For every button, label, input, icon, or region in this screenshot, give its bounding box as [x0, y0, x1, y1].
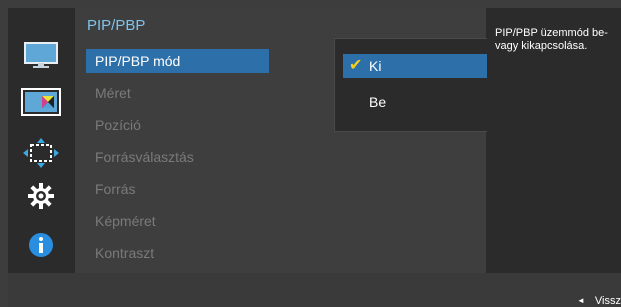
menu-item-contrast[interactable]: Kontraszt	[95, 243, 395, 263]
menu-item-pip-pbp-mode[interactable]: PIP/PBP mód	[86, 49, 269, 73]
picture-category[interactable]	[8, 41, 74, 71]
option-label: Be	[369, 94, 387, 110]
system-category[interactable]	[8, 181, 74, 211]
info-icon	[29, 233, 53, 257]
pip-pbp-menu: PIP/PBP PIP/PBP mód Méret Pozíció Forrás…	[75, 8, 547, 273]
back-arrow-icon: ◄	[576, 296, 585, 305]
help-panel: PIP/PBP üzemmód be- vagy kikapcsolása.	[487, 8, 621, 273]
category-icon-bar	[8, 8, 74, 273]
menu-title: PIP/PBP	[87, 17, 146, 34]
menu-item-source-select[interactable]: Forrásválasztás	[95, 147, 395, 167]
help-text: PIP/PBP üzemmód be- vagy kikapcsolása.	[495, 27, 608, 52]
back-button[interactable]: ◄ Vissz	[577, 295, 621, 307]
gear-icon	[28, 183, 54, 209]
back-label: Vissz	[594, 295, 621, 307]
pip-category[interactable]	[8, 87, 74, 117]
option-label: Ki	[369, 58, 382, 74]
monitor-icon	[24, 42, 58, 68]
pip-icon	[21, 88, 61, 116]
information-category[interactable]	[8, 230, 74, 260]
size-position-category[interactable]	[8, 138, 74, 168]
menu-item-source[interactable]: Forrás	[95, 179, 395, 199]
checkmark-icon: ✔	[349, 57, 363, 74]
menu-item-picture-size[interactable]: Képméret	[95, 211, 395, 231]
footer-bar: ◄ Vissz	[8, 273, 621, 307]
size-icon	[23, 138, 59, 168]
